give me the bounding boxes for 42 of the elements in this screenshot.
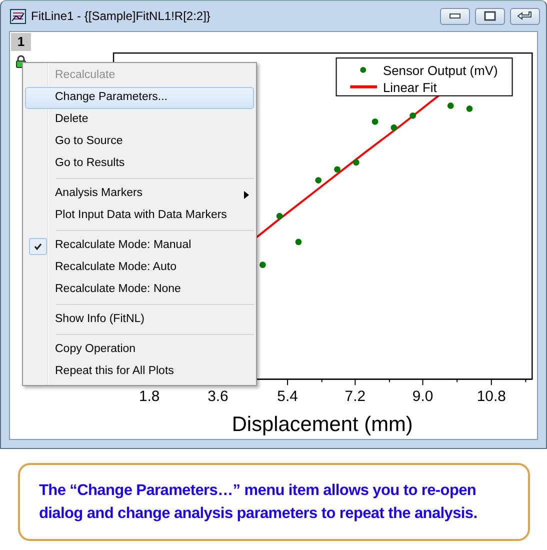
return-arrow-icon — [517, 11, 533, 21]
menu-item[interactable]: Analysis Markers — [25, 183, 254, 205]
data-point — [390, 124, 397, 131]
layer-tab[interactable]: 1 — [10, 33, 31, 51]
menu-item[interactable]: Repeat this for All Plots — [25, 361, 254, 383]
menu-item[interactable]: Recalculate Mode: Manual — [25, 235, 254, 257]
legend-label: Linear Fit — [382, 80, 437, 95]
maximize-button[interactable] — [475, 8, 505, 24]
data-point — [466, 106, 473, 112]
menu-item[interactable]: Change Parameters... — [25, 87, 254, 109]
data-point — [447, 102, 454, 109]
menu-item[interactable]: Plot Input Data with Data Markers — [25, 205, 254, 227]
menu-item[interactable]: Show Info (FitNL) — [25, 309, 254, 331]
menu-item[interactable]: Go to Source — [25, 131, 254, 153]
data-point — [295, 238, 302, 246]
x-tick-label: 5.4 — [277, 389, 298, 406]
data-point — [276, 212, 283, 220]
menu-item[interactable]: Copy Operation — [25, 339, 254, 361]
data-point — [334, 166, 340, 173]
data-point — [410, 112, 416, 119]
restore-button[interactable] — [510, 8, 540, 24]
x-tick-label: 9.0 — [412, 389, 434, 406]
menu-item[interactable]: Delete — [25, 109, 254, 131]
minimize-button[interactable] — [440, 8, 470, 24]
x-tick-label: 7.2 — [344, 389, 366, 406]
data-point — [315, 177, 322, 184]
menu-item[interactable]: Recalculate Mode: Auto — [25, 257, 254, 279]
minimize-icon — [449, 13, 461, 19]
x-tick-label: 10.8 — [476, 389, 506, 406]
menu-item[interactable]: Recalculate Mode: None — [25, 279, 254, 301]
callout-text: The “Change Parameters…” menu item allows you to re-open dialog and change analysis parameters to repeat the analysis. — [39, 481, 478, 524]
data-point — [372, 118, 378, 125]
menu-item[interactable]: Go to Results — [25, 153, 254, 175]
x-axis-title: Displacement (mm) — [232, 412, 413, 436]
maximize-icon — [484, 11, 496, 21]
window-title: FitLine1 - {[Sample]FitNL1!R[2:2]} — [31, 8, 212, 25]
legend-label: Sensor Output (mV) — [382, 62, 498, 78]
x-tick-label: 3.6 — [207, 389, 228, 406]
data-point — [259, 262, 266, 268]
graph-window-icon — [10, 8, 26, 24]
data-point — [352, 159, 360, 166]
x-tick-label: 1.8 — [138, 389, 160, 406]
